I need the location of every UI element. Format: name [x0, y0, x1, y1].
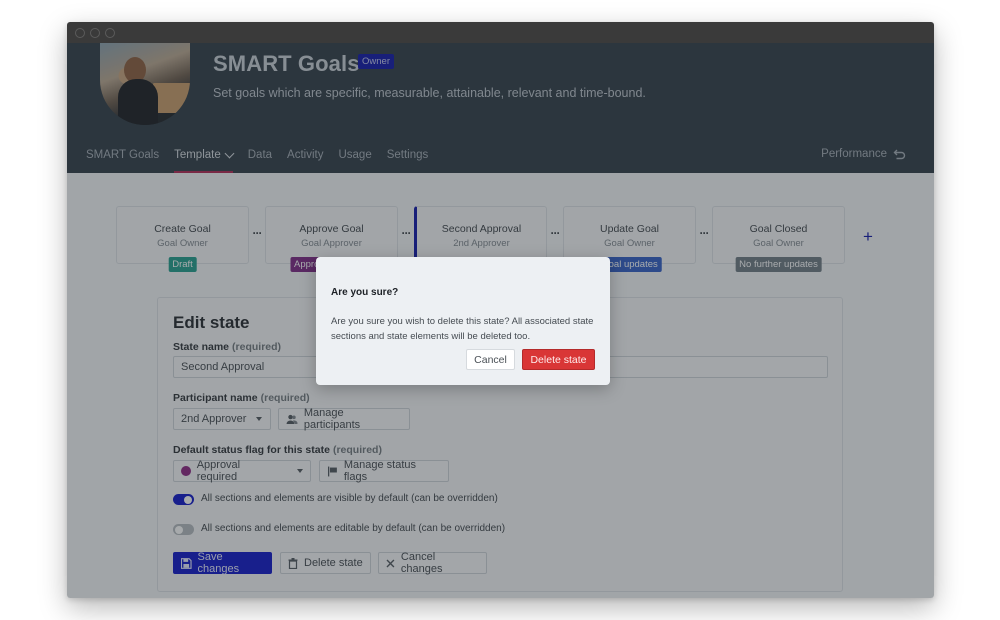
window-titlebar [67, 22, 934, 43]
maximize-window-icon[interactable] [105, 27, 115, 38]
minimize-window-icon[interactable] [90, 27, 100, 38]
dialog-message: Are you sure you wish to delete this sta… [331, 316, 594, 342]
confirm-delete-dialog: Are you sure? Are you sure you wish to d… [316, 257, 610, 385]
close-window-icon[interactable] [75, 27, 85, 38]
dialog-title: Are you sure? [331, 287, 399, 298]
dialog-delete-state-button[interactable]: Delete state [522, 349, 595, 370]
dialog-cancel-button[interactable]: Cancel [466, 349, 515, 370]
